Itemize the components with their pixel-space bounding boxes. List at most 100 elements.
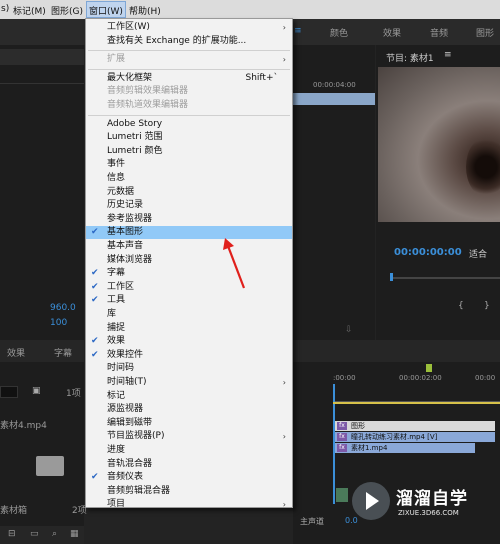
program-menu-icon[interactable]: ≡ xyxy=(444,50,452,60)
tab-color[interactable]: 颜色 xyxy=(330,26,348,39)
timeline-clip-material[interactable]: fx 素材1.mp4 xyxy=(335,443,475,453)
menu-item-31[interactable]: 编辑到磁带 xyxy=(86,417,292,430)
menu-item-34[interactable]: 音轨混合器 xyxy=(86,458,292,471)
program-scrubber[interactable] xyxy=(390,277,500,279)
menu-item-5[interactable]: 最大化框架 Shift+` xyxy=(86,72,292,85)
menu-item-9[interactable]: Adobe Story xyxy=(86,118,292,131)
menu-item-13[interactable]: 信息 xyxy=(86,172,292,185)
tab-effects-bottom[interactable]: 效果 xyxy=(7,346,25,359)
menu-graphics[interactable]: 图形(G) xyxy=(51,4,83,17)
menu-item-28[interactable]: 时间轴(T) › xyxy=(86,376,292,389)
folder-icon[interactable]: ▣ xyxy=(32,386,41,396)
menu-item-label: 音频剪辑混合器 xyxy=(107,485,171,496)
menu-item-label: 信息 xyxy=(107,173,126,183)
menu-item-30[interactable]: 源监视器 xyxy=(86,403,292,416)
bin-label[interactable]: 素材箱 xyxy=(0,503,27,516)
menu-item-37[interactable]: 项目 › xyxy=(86,498,292,511)
menu-item-label: 效果 xyxy=(107,336,126,347)
menu-item-label: 音频剪辑效果编辑器 xyxy=(107,86,189,97)
menu-prev[interactable]: s) xyxy=(1,4,9,14)
menu-item-19[interactable]: 媒体浏览器 xyxy=(86,254,292,267)
program-timecode[interactable]: 00:00:00:00 xyxy=(394,247,462,258)
search-icon[interactable]: ⌕ xyxy=(52,529,57,539)
eye-image xyxy=(466,137,500,197)
menu-separator xyxy=(88,50,290,52)
menu-item-29[interactable]: 标记 xyxy=(86,390,292,403)
scale-value[interactable]: 100 xyxy=(50,318,67,328)
menu-item-10[interactable]: Lumetri 范围 xyxy=(86,131,292,144)
menu-item-26[interactable]: ✔ 效果控件 xyxy=(86,349,292,362)
arrow-annotation-icon xyxy=(223,238,246,289)
source-timeline: 00:00:04:00 ⇩ xyxy=(293,45,375,340)
marker-icon[interactable] xyxy=(426,364,432,372)
tab-audio[interactable]: 音频 xyxy=(430,26,448,39)
project-item-label[interactable]: 素材4.mp4 xyxy=(0,418,47,431)
menu-item-18[interactable]: 基本声音 xyxy=(86,240,292,253)
menu-window[interactable]: 窗口(W) xyxy=(86,1,126,18)
tab-effects[interactable]: 效果 xyxy=(383,26,401,39)
menu-separator xyxy=(88,114,290,116)
menu-item-1[interactable]: 查找有关 Exchange 的扩展功能... xyxy=(86,35,292,48)
playhead[interactable] xyxy=(390,273,393,281)
bin-folder-icon[interactable] xyxy=(36,456,64,476)
menu-item-15[interactable]: 历史记录 xyxy=(86,199,292,212)
watermark-logo xyxy=(352,482,390,520)
menu-item-0[interactable]: 工作区(W) › xyxy=(86,21,292,34)
timeline-clip-video[interactable]: fx 瞳孔转动练习素材.mp4 [V] xyxy=(335,432,495,442)
search-input[interactable] xyxy=(0,386,18,398)
time-ruler[interactable] xyxy=(333,384,500,402)
menu-item-33[interactable]: 进度 xyxy=(86,444,292,457)
menu-separator xyxy=(88,68,290,70)
menu-help[interactable]: 帮助(H) xyxy=(129,4,161,17)
menu-marker[interactable]: 标记(M) xyxy=(13,4,46,17)
menu-item-27[interactable]: 时间码 xyxy=(86,362,292,375)
menu-item-16[interactable]: 参考监视器 xyxy=(86,213,292,226)
menu-item-21[interactable]: ✔ 工作区 xyxy=(86,281,292,294)
timeline-clip-graphics[interactable]: fx 图形 xyxy=(335,421,495,431)
new-item-icon[interactable]: ▦ xyxy=(70,529,79,539)
tab-captions-bottom[interactable]: 字幕 xyxy=(54,346,72,359)
menu-item-32[interactable]: 节目监视器(P) › xyxy=(86,430,292,443)
master-label: 主声道 xyxy=(300,517,324,526)
menu-item-label: 音轨混合器 xyxy=(107,458,153,469)
tab-menu-icon[interactable]: ≡ xyxy=(294,26,302,36)
work-area-bar[interactable] xyxy=(333,402,500,404)
menu-item-label: 节目监视器(P) xyxy=(107,431,165,442)
watermark-name: 溜溜自学 xyxy=(396,489,468,509)
menu-item-3: 扩展 › xyxy=(86,53,292,66)
fx-icon: fx xyxy=(337,422,347,430)
check-icon: ✔ xyxy=(91,295,99,306)
menu-item-35[interactable]: ✔ 音频仪表 xyxy=(86,471,292,484)
position-value[interactable]: 960.0 xyxy=(50,303,76,313)
menu-item-6: 音频剪辑效果编辑器 xyxy=(86,85,292,98)
menu-item-36[interactable]: 音频剪辑混合器 xyxy=(86,485,292,498)
menubar: s) 标记(M) 图形(G) 窗口(W) 帮助(H) xyxy=(0,0,500,19)
menu-item-14[interactable]: 元数据 xyxy=(86,186,292,199)
list-view-icon[interactable]: ⊟ xyxy=(8,529,16,539)
mark-out-icon[interactable]: } xyxy=(484,301,490,311)
icon-view-icon[interactable]: ▭ xyxy=(30,529,39,539)
menu-item-label: 库 xyxy=(107,309,117,319)
menu-item-label: 标记 xyxy=(107,390,126,401)
menu-item-17[interactable]: ✔ 基本图形 xyxy=(86,226,292,240)
source-clip-bar[interactable] xyxy=(293,93,375,105)
menu-item-25[interactable]: ✔ 效果 xyxy=(86,335,292,348)
menu-item-7: 音频轨道效果编辑器 xyxy=(86,99,292,112)
menu-item-label: 事件 xyxy=(107,159,126,170)
menu-item-11[interactable]: Lumetri 颜色 xyxy=(86,145,292,158)
menu-item-label: Lumetri 范围 xyxy=(107,132,163,143)
audio-clip[interactable] xyxy=(336,488,348,502)
menu-item-24[interactable]: 捕捉 xyxy=(86,322,292,335)
export-icon[interactable]: ⇩ xyxy=(345,325,353,335)
menu-item-20[interactable]: ✔ 字幕 xyxy=(86,267,292,280)
menu-item-label: 音频仪表 xyxy=(107,472,144,483)
fit-dropdown[interactable]: 适合 xyxy=(469,247,487,260)
menu-item-label: 历史记录 xyxy=(107,200,144,211)
menu-item-label: 捕捉 xyxy=(107,322,126,333)
ruler-end: 00:00 xyxy=(475,374,496,382)
menu-item-22[interactable]: ✔ 工具 xyxy=(86,294,292,307)
menu-item-12[interactable]: 事件 xyxy=(86,158,292,171)
mark-in-icon[interactable]: { xyxy=(458,301,464,311)
tab-graphics[interactable]: 图形 xyxy=(476,26,494,39)
menu-item-23[interactable]: 库 xyxy=(86,308,292,321)
